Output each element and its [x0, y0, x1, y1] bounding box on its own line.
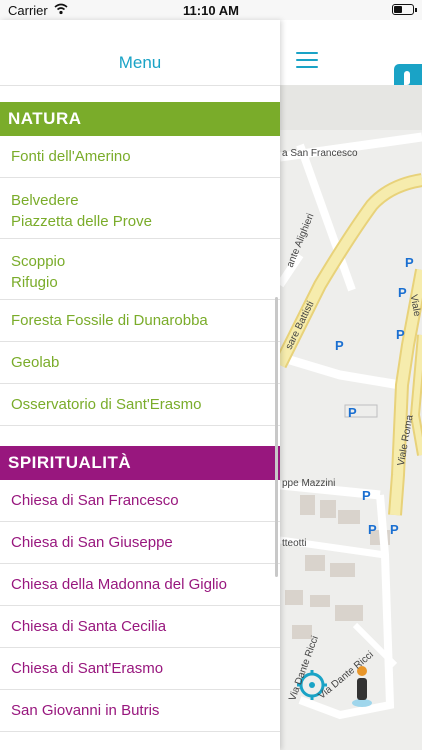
battery-icon: [392, 4, 417, 15]
side-menu-drawer: Menu NATURA Fonti dell'Amerino Belvedere…: [0, 20, 280, 750]
parking-icon: P: [362, 488, 371, 503]
menu-item-sublabel: Rifugio: [11, 274, 58, 291]
clock: 11:10 AM: [183, 3, 239, 18]
parking-icon: P: [390, 522, 399, 537]
menu-item-chiesa-santa-cecilia[interactable]: Chiesa di Santa Cecilia: [0, 606, 280, 648]
menu-item-label: Fonti dell'Amerino: [11, 148, 131, 165]
status-bar: Carrier 11:10 AM: [0, 0, 422, 20]
parking-icon: P: [405, 255, 414, 270]
menu-item-label: Chiesa di Sant'Erasmo: [11, 660, 164, 677]
menu-item-foresta-fossile[interactable]: Foresta Fossile di Dunarobba: [0, 300, 280, 342]
menu-item-scoppio[interactable]: Scoppio Rifugio: [0, 239, 280, 300]
street-label: a San Francesco: [282, 148, 358, 159]
menu-title: Menu: [118, 53, 162, 72]
menu-item-chiesa-san-francesco[interactable]: Chiesa di San Francesco: [0, 480, 280, 522]
menu-item-chiesa-sant-erasmo[interactable]: Chiesa di Sant'Erasmo: [0, 648, 280, 690]
scroll-indicator[interactable]: [275, 297, 278, 577]
menu-item-label: San Giovanni in Butris: [11, 702, 160, 719]
hamburger-menu-icon[interactable]: [296, 52, 318, 70]
menu-item-chiesa-madonna-giglio[interactable]: Chiesa della Madonna del Giglio: [0, 564, 280, 606]
menu-item-label: Geolab: [11, 354, 60, 371]
section-header-natura: NATURA: [0, 102, 280, 136]
menu-item-label: Chiesa di San Giuseppe: [11, 534, 173, 551]
spiritualita-list: Chiesa di San Francesco Chiesa di San Gi…: [0, 480, 280, 732]
menu-item-label: Chiesa di Santa Cecilia: [11, 618, 167, 635]
section-header-spiritualita: SPIRITUALITÀ: [0, 446, 280, 480]
parking-icon: P: [368, 522, 377, 537]
menu-item-belvedere[interactable]: Belvedere Piazzetta delle Prove: [0, 178, 280, 239]
drawer-header: Menu: [0, 20, 280, 86]
parking-icon: P: [335, 338, 344, 353]
menu-item-label: Chiesa di San Francesco: [11, 492, 179, 509]
natura-list: Fonti dell'Amerino Belvedere Piazzetta d…: [0, 136, 280, 426]
menu-item-label: Osservatorio di Sant'Erasmo: [11, 396, 202, 413]
parking-icon: P: [396, 327, 405, 342]
menu-item-geolab[interactable]: Geolab: [0, 342, 280, 384]
parking-icon: P: [398, 285, 407, 300]
menu-item-label: Foresta Fossile di Dunarobba: [11, 312, 208, 329]
map-top-bar: [280, 20, 422, 92]
menu-item-osservatorio[interactable]: Osservatorio di Sant'Erasmo: [0, 384, 280, 426]
menu-item-chiesa-san-giuseppe[interactable]: Chiesa di San Giuseppe: [0, 522, 280, 564]
menu-item-sublabel: Piazzetta delle Prove: [11, 213, 152, 230]
menu-item-label: Belvedere: [11, 192, 79, 209]
map-view[interactable]: a San Francesco ante Alighieri sare Batt…: [280, 85, 422, 750]
street-label: tteotti: [282, 538, 307, 549]
parking-icon: P: [348, 405, 357, 420]
menu-item-label: Chiesa della Madonna del Giglio: [11, 576, 227, 593]
street-label: ppe Mazzini: [282, 478, 336, 489]
menu-item-label: Scoppio: [11, 253, 66, 270]
menu-item-fonti-amerino[interactable]: Fonti dell'Amerino: [0, 136, 280, 178]
menu-item-san-giovanni-butris[interactable]: San Giovanni in Butris: [0, 690, 280, 732]
